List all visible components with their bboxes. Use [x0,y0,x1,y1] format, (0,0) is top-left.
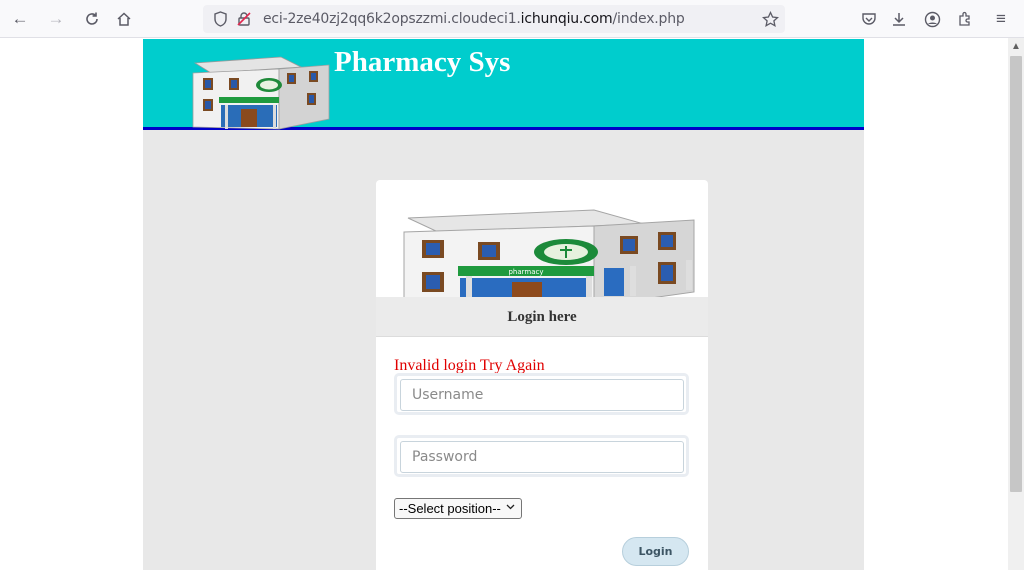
position-select[interactable]: --Select position-- [394,498,522,519]
bookmark-star-icon[interactable] [761,10,779,28]
browser-toolbar: ← → eci-2ze40zj2qq6k2opszzmi.cloudeci1.i… [0,0,1024,38]
insecure-lock-icon[interactable] [235,10,253,28]
login-heading: Login here [376,297,708,337]
url-bar[interactable]: eci-2ze40zj2qq6k2opszzmi.cloudeci1.ichun… [203,5,785,33]
pharmacy-building-image: pharmacy [403,209,695,307]
page-scrollbar[interactable]: ▲ [1008,38,1024,570]
url-text[interactable]: eci-2ze40zj2qq6k2opszzmi.cloudeci1.ichun… [263,11,685,27]
account-icon[interactable] [920,7,944,31]
site-header: Pharmacy Sys [143,39,864,130]
username-field-wrapper [394,373,689,415]
menu-icon[interactable]: ≡ [989,7,1013,31]
shield-icon[interactable] [211,10,229,28]
site-title: Pharmacy Sys [334,46,511,78]
username-input[interactable] [400,379,684,411]
password-field-wrapper [394,435,689,477]
pharmacy-building-logo [192,56,330,130]
scroll-up-icon[interactable]: ▲ [1008,38,1024,54]
position-select-value: --Select position-- [399,501,501,516]
download-icon[interactable] [887,7,911,31]
pharmacy-sign-text: pharmacy [508,268,543,276]
forward-icon[interactable]: → [44,7,68,31]
page-body: Pharmacy Sys pharmacy Login here Invalid… [143,39,864,570]
pocket-icon[interactable] [857,7,881,31]
chevron-down-icon [506,502,515,514]
login-button[interactable]: Login [622,537,689,566]
back-icon[interactable]: ← [8,7,32,31]
scroll-thumb[interactable] [1010,56,1022,492]
extensions-icon[interactable] [953,7,977,31]
login-card: pharmacy Login here Invalid login Try Ag… [376,180,708,570]
password-input[interactable] [400,441,684,473]
reload-icon[interactable] [80,7,104,31]
home-icon[interactable] [112,7,136,31]
